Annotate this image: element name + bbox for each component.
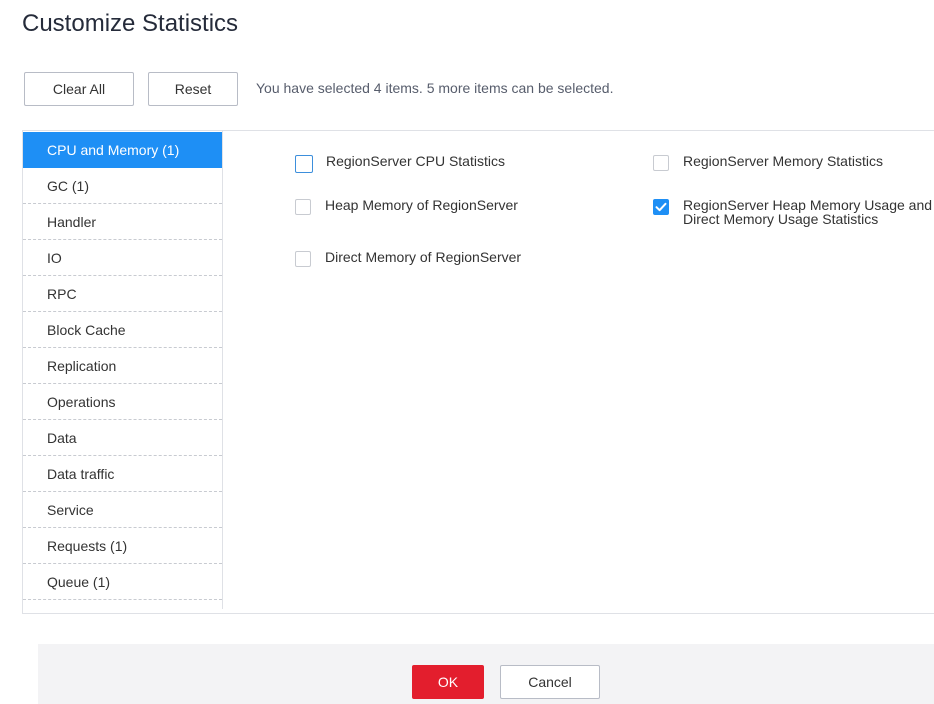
category-item-replication[interactable]: Replication	[23, 348, 222, 384]
category-item-handler[interactable]: Handler	[23, 204, 222, 240]
option-label: RegionServer CPU Statistics	[326, 153, 505, 169]
clear-all-button[interactable]: Clear All	[24, 72, 134, 106]
checkmark-icon	[655, 202, 667, 212]
option-label: Direct Memory of RegionServer	[325, 249, 522, 265]
option-regionserver-heap-direct-memory-usage[interactable]: RegionServer Heap Memory Usage and Direc…	[653, 198, 934, 226]
category-item-operations[interactable]: Operations	[23, 384, 222, 420]
option-heap-memory-of-regionserver[interactable]: Heap Memory of RegionServer	[295, 198, 518, 215]
statistics-options: RegionServer CPU Statistics RegionServer…	[223, 131, 934, 613]
category-item-gc[interactable]: GC (1)	[23, 168, 222, 204]
selection-info: You have selected 4 items. 5 more items …	[256, 80, 614, 96]
dialog-title: Customize Statistics	[22, 10, 239, 37]
ok-button[interactable]: OK	[412, 665, 484, 699]
category-list: CPU and Memory (1) GC (1) Handler IO RPC…	[23, 131, 223, 609]
option-regionserver-cpu-statistics[interactable]: RegionServer CPU Statistics	[295, 154, 505, 173]
category-item-data[interactable]: Data	[23, 420, 222, 456]
statistics-panel: CPU and Memory (1) GC (1) Handler IO RPC…	[22, 130, 934, 614]
option-direct-memory-of-regionserver[interactable]: Direct Memory of RegionServer	[295, 250, 521, 267]
option-label: RegionServer Memory Statistics	[683, 153, 883, 169]
checkbox[interactable]	[295, 155, 313, 173]
reset-button[interactable]: Reset	[148, 72, 238, 106]
option-regionserver-memory-statistics[interactable]: RegionServer Memory Statistics	[653, 154, 883, 171]
category-item-block-cache[interactable]: Block Cache	[23, 312, 222, 348]
toolbar: Clear All Reset You have selected 4 item…	[24, 72, 924, 106]
category-item-cpu-memory[interactable]: CPU and Memory (1)	[23, 132, 222, 168]
category-item-rpc[interactable]: RPC	[23, 276, 222, 312]
checkbox[interactable]	[295, 199, 311, 215]
category-item-data-traffic[interactable]: Data traffic	[23, 456, 222, 492]
category-item-io[interactable]: IO	[23, 240, 222, 276]
category-item-service[interactable]: Service	[23, 492, 222, 528]
option-label: RegionServer Heap Memory Usage and Direc…	[683, 197, 933, 227]
category-item-queue[interactable]: Queue (1)	[23, 564, 222, 600]
option-label: Heap Memory of RegionServer	[325, 197, 518, 213]
checkbox[interactable]	[653, 155, 669, 171]
cancel-button[interactable]: Cancel	[500, 665, 600, 699]
checkbox-checked[interactable]	[653, 199, 669, 215]
dialog-footer: OK Cancel	[38, 644, 934, 704]
category-item-requests[interactable]: Requests (1)	[23, 528, 222, 564]
checkbox[interactable]	[295, 251, 311, 267]
